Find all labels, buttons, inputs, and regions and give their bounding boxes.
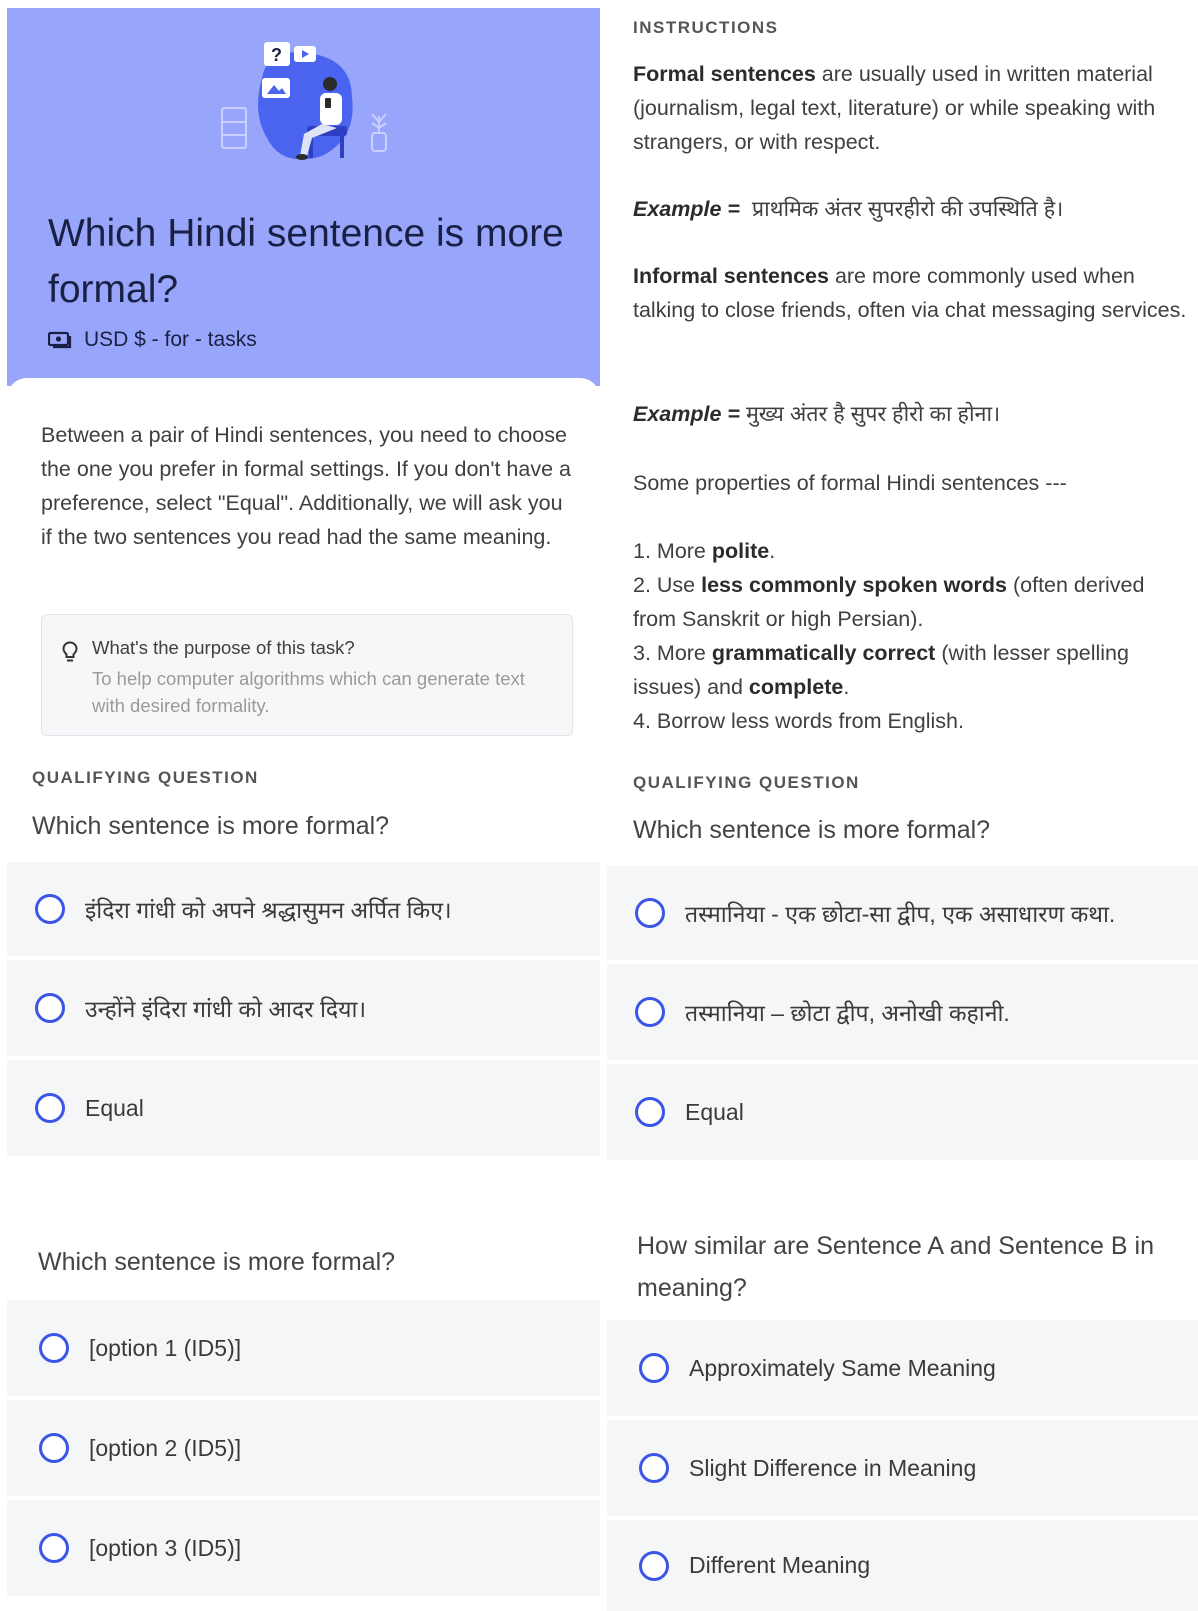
radio-button[interactable] — [639, 1353, 669, 1383]
formal-example: Example = प्राथमिक अंतर सुपरहीरो की उपस्… — [633, 192, 1188, 226]
option-label: [option 3 (ID5)] — [89, 1534, 242, 1561]
radio-option[interactable]: तस्मानिया - एक छोटा-सा द्वीप, एक असाधारण… — [607, 866, 1198, 960]
radio-option[interactable]: उन्होंने इंदिरा गांधी को आदर दिया। — [7, 960, 600, 1056]
radio-button[interactable] — [35, 894, 65, 924]
content-card-top — [7, 378, 600, 408]
radio-option[interactable]: [option 1 (ID5)] — [7, 1300, 600, 1396]
option-label: Approximately Same Meaning — [689, 1354, 996, 1381]
radio-option[interactable]: तस्मानिया – छोटा द्वीप, अनोखी कहानी. — [607, 964, 1198, 1060]
radio-option[interactable]: Approximately Same Meaning — [607, 1320, 1198, 1416]
svg-text:?: ? — [271, 45, 282, 65]
left-panel: ? Which Hindi sentence is more formal? U… — [0, 0, 600, 1611]
formal-definition: Formal sentences are usually used in wri… — [633, 57, 1188, 159]
formal-term: Formal sentences — [633, 62, 816, 86]
example-label: Example = — [633, 402, 740, 426]
property-text: 3. More — [633, 641, 712, 665]
instructions-label: INSTRUCTIONS — [633, 18, 779, 37]
page-title: Which Hindi sentence is more formal? — [48, 212, 564, 311]
qualifying-question-label: QUALIFYING QUESTION — [32, 768, 259, 787]
radio-button[interactable] — [39, 1433, 69, 1463]
property-bold: polite — [711, 539, 770, 563]
informal-term: Informal sentences — [633, 264, 829, 288]
lightbulb-icon — [62, 641, 78, 662]
qualifying-question-label: QUALIFYING QUESTION — [633, 773, 860, 792]
task-description: Between a pair of Hindi sentences, you n… — [41, 423, 571, 549]
radio-button[interactable] — [39, 1533, 69, 1563]
payment-info: USD $ - for - tasks — [48, 328, 257, 352]
radio-button[interactable] — [35, 1093, 65, 1123]
radio-button[interactable] — [39, 1333, 69, 1363]
property-2: 2. Use less commonly spoken words (often… — [633, 568, 1188, 636]
question-title: How similar are Sentence A and Sentence … — [637, 1232, 1154, 1302]
illustration-person-phone-icon: ? — [221, 42, 387, 160]
money-icon — [48, 331, 72, 349]
option-label: तस्मानिया - एक छोटा-सा द्वीप, एक असाधारण… — [685, 901, 1116, 927]
properties-intro: Some properties of formal Hindi sentence… — [633, 471, 1067, 495]
option-label: [option 2 (ID5)] — [89, 1434, 242, 1461]
purpose-answer: To help computer algorithms which can ge… — [92, 668, 525, 716]
radio-option[interactable]: [option 2 (ID5)] — [7, 1400, 600, 1496]
radio-option[interactable]: Equal — [607, 1064, 1198, 1160]
option-label: Slight Difference in Meaning — [689, 1454, 977, 1481]
property-text: 2. Use — [633, 573, 702, 597]
property-text: . — [769, 539, 776, 563]
radio-option[interactable]: इंदिरा गांधी को अपने श्रद्धासुमन अर्पित … — [7, 862, 600, 956]
question-title: Which sentence is more formal? — [38, 1248, 396, 1276]
radio-button[interactable] — [639, 1453, 669, 1483]
option-label: [option 1 (ID5)] — [89, 1334, 242, 1361]
property-bold: complete — [748, 675, 844, 699]
radio-option[interactable]: [option 3 (ID5)] — [7, 1500, 600, 1596]
informal-definition: Informal sentences are more commonly use… — [633, 259, 1188, 327]
payment-text: USD $ - for - tasks — [84, 328, 257, 351]
radio-button[interactable] — [635, 1097, 665, 1127]
property-text: 1. More — [633, 539, 712, 563]
question-title: Which sentence is more formal? — [633, 816, 991, 844]
property-1: 1. More polite. — [633, 534, 1188, 568]
option-label: इंदिरा गांधी को अपने श्रद्धासुमन अर्पित … — [85, 897, 452, 923]
option-label: Equal — [685, 1098, 744, 1125]
question-title: Which sentence is more formal? — [32, 812, 390, 840]
radio-button[interactable] — [635, 898, 665, 928]
radio-option[interactable]: Different Meaning — [607, 1520, 1198, 1611]
example-label: Example = — [633, 197, 740, 221]
property-3: 3. More grammatically correct (with less… — [633, 636, 1188, 704]
purpose-question: What's the purpose of this task? — [92, 637, 355, 658]
radio-button[interactable] — [35, 993, 65, 1023]
radio-option[interactable]: Slight Difference in Meaning — [607, 1420, 1198, 1516]
radio-button[interactable] — [635, 997, 665, 1027]
properties-list: 1. More polite. 2. Use less commonly spo… — [633, 534, 1188, 738]
option-label: Equal — [85, 1094, 144, 1121]
property-bold: less commonly spoken words — [701, 573, 1007, 597]
radio-button[interactable] — [639, 1550, 669, 1581]
property-4: 4. Borrow less words from English. — [633, 709, 964, 733]
radio-option[interactable]: Equal — [7, 1060, 600, 1156]
formal-example-text: प्राथमिक अंतर सुपरहीरो की उपस्थिति है। — [751, 197, 1064, 221]
task-header: ? Which Hindi sentence is more formal? U… — [7, 8, 600, 386]
informal-example-text: मुख्य अंतर है सुपर हीरो का होना। — [745, 402, 1001, 426]
option-label: Different Meaning — [689, 1552, 871, 1578]
right-panel: INSTRUCTIONS Formal sentences are usuall… — [607, 0, 1198, 1611]
informal-example: Example = मुख्य अंतर है सुपर हीरो का होन… — [633, 397, 1188, 431]
property-bold: grammatically correct — [711, 641, 936, 665]
purpose-box: What's the purpose of this task? To help… — [41, 614, 573, 736]
option-label: तस्मानिया – छोटा द्वीप, अनोखी कहानी. — [685, 1000, 1010, 1026]
option-label: उन्होंने इंदिरा गांधी को आदर दिया। — [85, 996, 367, 1022]
property-text: . — [843, 675, 850, 699]
